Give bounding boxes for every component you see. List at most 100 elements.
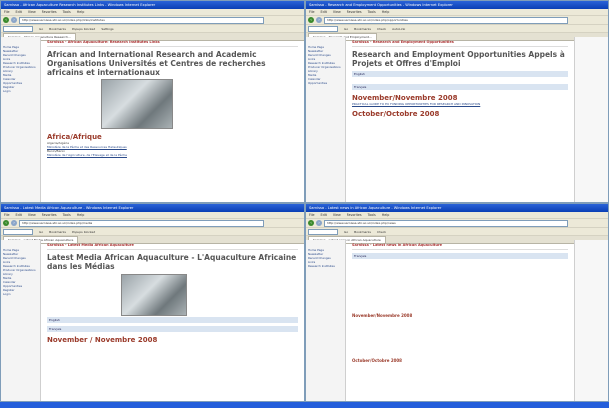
page-content: Home Page Newsletter Recent Changes Link… [1,240,304,401]
address-bar[interactable]: http://www.sarnissa.stir.ac.uk/index.php… [324,219,568,227]
main-content: Sarnissa - Latest news in African Aquacu… [346,240,574,401]
main-content: Sarnissa - Latest Media African Aquacult… [41,240,304,401]
address-bar[interactable]: http://www.sarnissa.stir.ac.uk/index.php… [19,16,264,24]
toolbar-search-input[interactable] [308,25,338,32]
nav-bar: ‹ › http://www.sarnissa.stir.ac.uk/index… [1,219,304,228]
browser-window-opportunities: Sarnissa - Research and Employment Oppor… [305,0,609,203]
window-title: Sarnissa - Latest Media African Aquacult… [1,204,304,212]
menu-view[interactable]: View [333,213,341,217]
google-toolbar: Go Bookmarks Check AutoLink [306,25,608,33]
toolbar-bookmarks[interactable]: Bookmarks [354,230,371,234]
body-text [352,77,568,81]
toolbar-bookmarks[interactable]: Bookmarks [49,27,66,31]
sidebar: Home Page Newsletter Recent Changes Link… [1,37,41,202]
page-title: African and International Research and A… [47,50,266,77]
back-button[interactable]: ‹ [3,17,9,23]
sidebar-item[interactable]: Login [3,292,38,296]
menu-bar: File Edit View Favorites Tools Help [306,9,608,16]
google-toolbar: Go Bookmarks Popups blocked [1,228,304,236]
menu-bar: File Edit View Favorites Tools Help [1,9,304,16]
nav-bar: ‹ › http://www.sarnissa.stir.ac.uk/index… [306,219,608,228]
google-toolbar: Go Bookmarks Popups blocked Settings [1,25,304,33]
menu-file[interactable]: File [309,10,315,14]
main-content: Sarnissa - African Aquaculture: Research… [41,37,304,202]
menu-view[interactable]: View [28,213,36,217]
menu-view[interactable]: View [333,10,341,14]
fish-photo [121,274,187,316]
browser-window-news: Sarnissa - Latest news in African Aquacu… [305,203,609,402]
toolbar-check[interactable]: Check [377,27,386,31]
browser-window-institutes: Sarnissa - African Aquaculture Research … [0,0,305,203]
back-button[interactable]: ‹ [308,220,314,226]
toolbar-go[interactable]: Go [344,27,348,31]
toolbar-search-input[interactable] [3,25,33,32]
toolbar-popups[interactable]: Popups blocked [72,230,95,234]
toolbar-search-input[interactable] [3,228,33,235]
forward-button[interactable]: › [11,17,17,23]
breadcrumb: Sarnissa - Research and Employment Oppor… [352,40,568,47]
window-title: Sarnissa - Research and Employment Oppor… [306,1,608,9]
menu-edit[interactable]: Edit [16,213,22,217]
toolbar-autolink[interactable]: AutoLink [392,27,405,31]
section-heading: October/Octobre 2008 [352,110,440,118]
sidebar-item[interactable]: Login [3,89,38,93]
sidebar-title [308,242,343,246]
toolbar-go[interactable]: Go [39,230,43,234]
sidebar-item[interactable]: Opportunities [308,81,343,85]
menu-favorites[interactable]: Favorites [347,10,362,14]
sidebar-title [3,39,38,43]
nav-bar: ‹ › http://www.sarnissa.stir.ac.uk/index… [306,16,608,25]
menu-file[interactable]: File [309,213,315,217]
menu-favorites[interactable]: Favorites [42,10,57,14]
menu-tools[interactable]: Tools [368,10,376,14]
main-content: Sarnissa - Research and Employment Oppor… [346,37,574,202]
forward-button[interactable]: › [11,220,17,226]
page-title: Research and Employment Opportunities Ap… [352,50,565,68]
forward-button[interactable]: › [316,220,322,226]
menu-edit[interactable]: Edit [16,10,22,14]
opportunity-link[interactable]: PRACTICAL GUIDE TO EU FUNDING OPPORTUNIT… [352,102,568,106]
menu-file[interactable]: File [4,213,10,217]
window-title: Sarnissa - Latest news in African Aquacu… [306,204,608,212]
toolbar-bookmarks[interactable]: Bookmarks [354,27,371,31]
menu-help[interactable]: Help [382,10,390,14]
toolbar-go[interactable]: Go [344,230,348,234]
menu-help[interactable]: Help [77,213,85,217]
menu-file[interactable]: File [4,10,10,14]
menu-view[interactable]: View [28,10,36,14]
address-bar[interactable]: http://www.sarnissa.stir.ac.uk/index.php… [324,16,568,24]
browser-window-media: Sarnissa - Latest Media African Aquacult… [0,203,305,402]
toolbar-search-input[interactable] [308,228,338,235]
menu-help[interactable]: Help [382,213,390,217]
menu-favorites[interactable]: Favorites [347,213,362,217]
sidebar-item[interactable]: Research Institutes [308,264,343,268]
toolbar-popups[interactable]: Popups blocked [72,27,95,31]
forward-button[interactable]: › [316,17,322,23]
breadcrumb: Sarnissa - African Aquaculture: Research… [47,40,298,47]
menu-favorites[interactable]: Favorites [42,213,57,217]
menu-help[interactable]: Help [77,10,85,14]
section-heading: November/Novembre 2008 [352,94,458,102]
toolbar-go[interactable]: Go [39,27,43,31]
windows-taskbar[interactable] [0,402,609,408]
menu-edit[interactable]: Edit [321,10,327,14]
google-toolbar: Go Bookmarks Check [306,228,608,236]
right-column [574,240,608,401]
menu-tools[interactable]: Tools [368,213,376,217]
back-button[interactable]: ‹ [3,220,9,226]
menu-tools[interactable]: Tools [63,213,71,217]
toolbar-settings[interactable]: Settings [101,27,113,31]
address-bar[interactable]: http://www.sarnissa.stir.ac.uk/index.php… [19,219,264,227]
back-button[interactable]: ‹ [308,17,314,23]
menu-edit[interactable]: Edit [321,213,327,217]
toolbar-bookmarks[interactable]: Bookmarks [49,230,66,234]
page-content: Home Page Newsletter Recent Changes Link… [306,240,608,401]
menu-tools[interactable]: Tools [63,10,71,14]
institute-link[interactable]: Ministère de l'Agriculture, de l'Elevage… [47,153,298,157]
toolbar-check[interactable]: Check [377,230,386,234]
page-title: Latest Media African Aquaculture - L'Aqu… [47,253,297,271]
window-title: Sarnissa - African Aquaculture Research … [1,1,304,9]
menu-bar: File Edit View Favorites Tools Help [306,212,608,219]
language-header: Français [47,326,298,332]
page-content: Home Page Newsletter Recent Changes Link… [1,37,304,202]
